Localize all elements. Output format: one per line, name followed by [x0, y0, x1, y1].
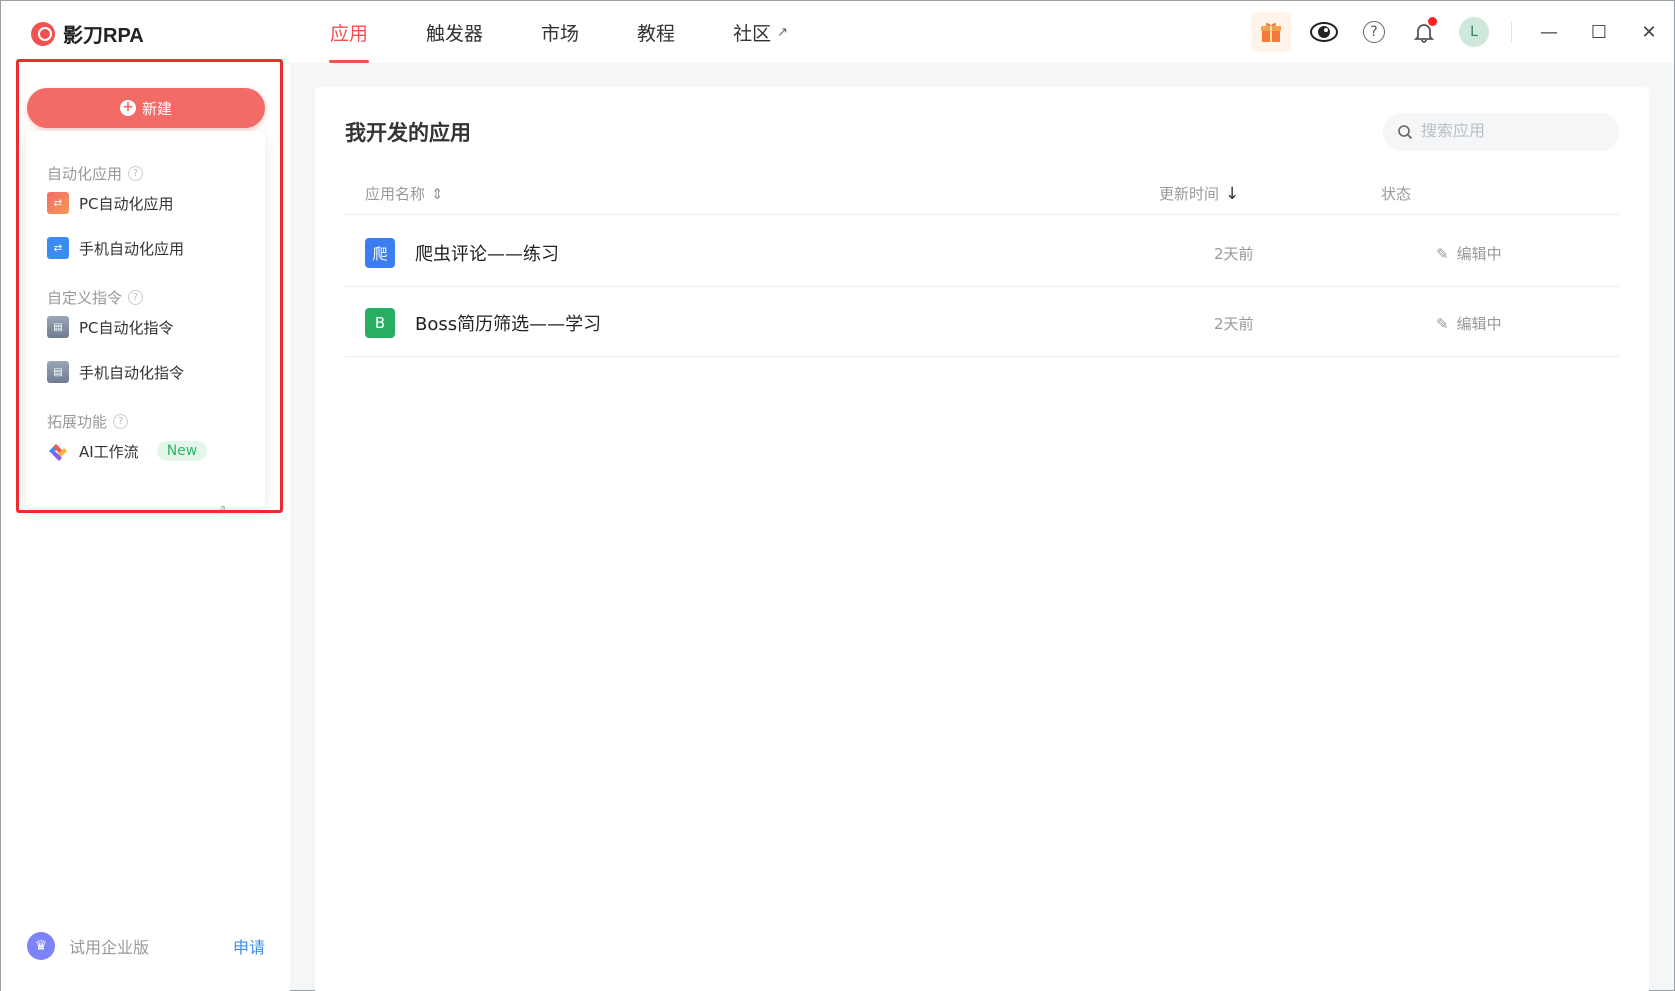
menu-item-label: 手机自动化指令 — [79, 363, 185, 382]
logo-text: 影刀RPA — [63, 25, 144, 47]
ai-workflow-icon — [47, 440, 69, 462]
column-status-label: 状态 — [1381, 185, 1412, 203]
menu-item-mobile-command[interactable]: ▤ 手机自动化指令 — [47, 361, 184, 383]
plus-icon: + — [119, 100, 136, 116]
external-link-icon[interactable]: ↗ — [215, 502, 227, 518]
gift-icon[interactable] — [1251, 12, 1291, 52]
notification-bell-icon[interactable] — [1407, 15, 1441, 49]
column-updated[interactable]: 更新时间 ↓ — [1159, 183, 1239, 204]
user-avatar[interactable]: L — [1457, 15, 1491, 49]
tab-triggers[interactable]: 触发器 — [397, 1, 512, 63]
toolbar-divider — [1511, 22, 1512, 42]
tab-community-label: 社区 — [733, 22, 772, 45]
updated-time: 2天前 — [1214, 245, 1254, 263]
tab-tutorials-label: 教程 — [637, 22, 676, 45]
minimize-button[interactable]: — — [1524, 1, 1574, 63]
menu-item-ai-workflow[interactable]: AI工作流 New — [47, 440, 208, 462]
section-title-text: 自定义指令 — [47, 289, 123, 307]
section-title-text: 拓展功能 — [47, 413, 108, 431]
menu-item-mobile-app[interactable]: ⇄ 手机自动化应用 — [47, 237, 184, 259]
mobile-command-icon: ▤ — [47, 361, 69, 383]
top-bar: 影刀RPA 应用 触发器 市场 教程 社区 ↗ ? L — ☐ ✕ — [1, 1, 1674, 63]
question-icon[interactable]: ? — [113, 414, 129, 429]
column-updated-label: 更新时间 — [1159, 185, 1220, 203]
section-title-text: 自动化应用 — [47, 165, 123, 183]
column-name[interactable]: 应用名称 ⇕ — [365, 183, 444, 204]
app-icon: 爬 — [365, 238, 395, 268]
table-header: 应用名称 ⇕ 更新时间 ↓ 状态 — [345, 175, 1619, 215]
status-text: 编辑中 — [1456, 315, 1502, 333]
menu-item-label: AI工作流 — [79, 442, 139, 461]
new-dropdown-menu: 自动化应用 ? ⇄ PC自动化应用 ⇄ 手机自动化应用 自定义指令 ? ▤ PC… — [25, 131, 265, 518]
edit-icon: ✎ — [1436, 314, 1449, 333]
menu-item-label: 手机自动化应用 — [79, 239, 185, 258]
apply-link[interactable]: 申请 — [233, 934, 265, 958]
menu-item-label: PC自动化应用 — [79, 194, 174, 213]
search-box[interactable] — [1383, 113, 1619, 151]
updated-time: 2天前 — [1214, 315, 1254, 333]
section-title-extensions: 拓展功能 ? — [47, 411, 129, 432]
app-icon: B — [365, 308, 395, 338]
tab-market[interactable]: 市场 — [512, 1, 608, 63]
logo-icon — [31, 21, 55, 46]
new-button-label: 新建 — [141, 99, 172, 118]
help-glyph: ? — [1363, 21, 1385, 43]
help-icon[interactable]: ? — [1357, 15, 1391, 49]
search-input[interactable] — [1421, 123, 1601, 141]
section-title-custom-commands: 自定义指令 ? — [47, 287, 144, 308]
table-row[interactable]: B Boss简历筛选——学习 2天前 ✎ 编辑中 — [345, 287, 1619, 357]
menu-item-pc-app[interactable]: ⇄ PC自动化应用 — [47, 192, 174, 214]
column-status: 状态 — [1381, 183, 1411, 204]
status-cell: ✎ 编辑中 — [1436, 313, 1502, 334]
app-name[interactable]: 爬虫评论——练习 — [415, 240, 559, 266]
enterprise-trial: ♛ 试用企业版 申请 — [27, 932, 265, 960]
sort-desc-icon: ↓ — [1225, 183, 1240, 204]
table-row[interactable]: 爬 爬虫评论——练习 2天前 ✎ 编辑中 — [345, 217, 1619, 287]
new-badge: New — [156, 441, 208, 461]
sort-icon: ⇕ — [431, 184, 444, 203]
main-nav: 应用 触发器 市场 教程 社区 ↗ — [301, 1, 817, 63]
tab-apps-label: 应用 — [330, 22, 369, 45]
app-name[interactable]: Boss简历筛选——学习 — [415, 310, 601, 336]
tab-apps[interactable]: 应用 — [301, 1, 397, 63]
avatar-letter: L — [1459, 17, 1489, 47]
app-window: 影刀RPA 应用 触发器 市场 教程 社区 ↗ ? L — ☐ ✕ + 新建 自… — [0, 0, 1675, 991]
external-link-icon: ↗ — [777, 24, 788, 40]
status-text: 编辑中 — [1456, 245, 1502, 263]
tab-tutorials[interactable]: 教程 — [608, 1, 704, 63]
question-icon[interactable]: ? — [128, 290, 144, 305]
mobile-app-icon: ⇄ — [47, 237, 69, 259]
search-icon — [1398, 125, 1413, 140]
sidebar: + 新建 自动化应用 ? ⇄ PC自动化应用 ⇄ 手机自动化应用 自定义指令 ?… — [1, 63, 290, 991]
column-name-label: 应用名称 — [365, 185, 426, 203]
tab-market-label: 市场 — [541, 22, 580, 45]
page-title: 我开发的应用 — [345, 121, 471, 145]
maximize-button[interactable]: ☐ — [1574, 1, 1624, 63]
tab-triggers-label: 触发器 — [426, 22, 484, 45]
question-icon[interactable]: ? — [128, 166, 144, 181]
section-title-automation-apps: 自动化应用 ? — [47, 163, 144, 184]
app-logo: 影刀RPA — [31, 19, 144, 48]
tab-community[interactable]: 社区 ↗ — [704, 1, 817, 63]
close-button[interactable]: ✕ — [1624, 1, 1674, 63]
pc-command-icon: ▤ — [47, 316, 69, 338]
eye-icon[interactable] — [1307, 15, 1341, 49]
menu-item-pc-command[interactable]: ▤ PC自动化指令 — [47, 316, 174, 338]
main-panel: 我开发的应用 应用名称 ⇕ 更新时间 ↓ 状态 爬 爬虫评论——练习 2天前 ✎ — [315, 87, 1649, 991]
edit-icon: ✎ — [1436, 244, 1449, 263]
crown-icon: ♛ — [27, 932, 55, 960]
pc-app-icon: ⇄ — [47, 192, 69, 214]
status-cell: ✎ 编辑中 — [1436, 243, 1502, 264]
toolbar-icons: ? L — ☐ ✕ — [1243, 1, 1674, 63]
menu-item-label: PC自动化指令 — [79, 318, 174, 337]
new-button[interactable]: + 新建 — [27, 88, 265, 128]
notification-dot — [1428, 17, 1437, 26]
trial-text: 试用企业版 — [69, 938, 150, 957]
